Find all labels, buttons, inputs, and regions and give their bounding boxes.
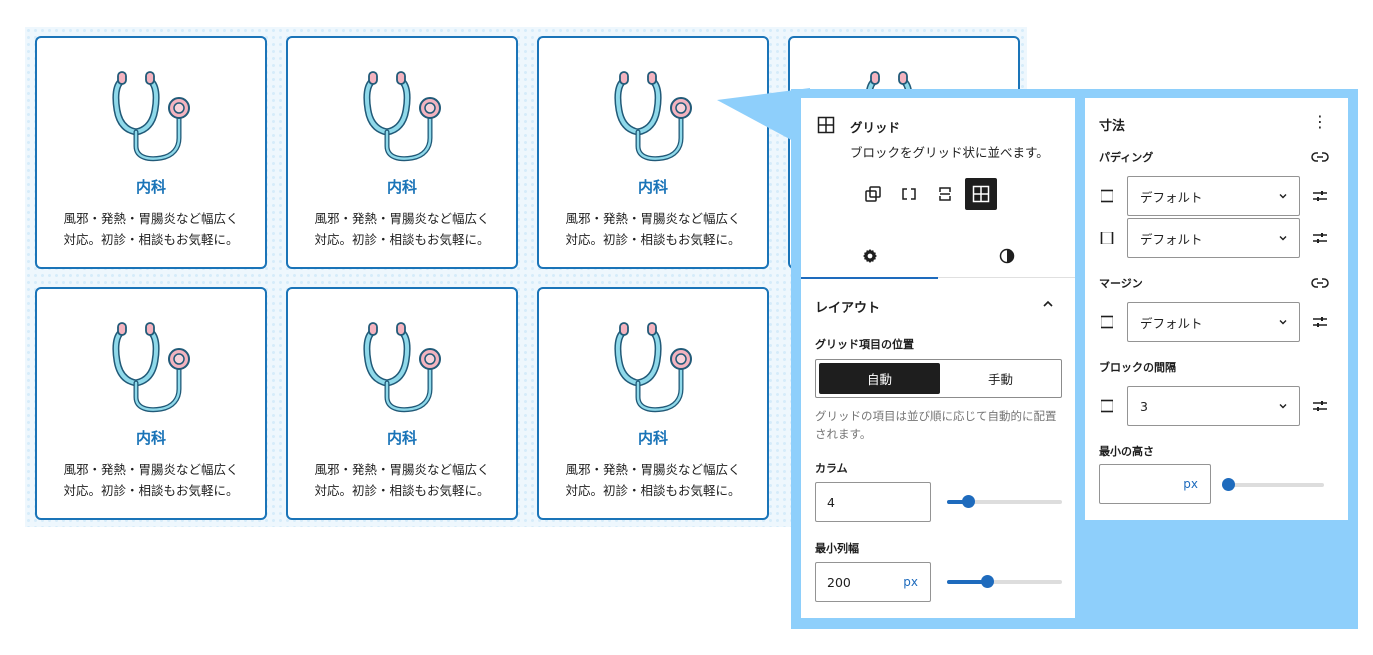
group-variation-button[interactable] bbox=[857, 178, 889, 210]
link-sides-icon[interactable] bbox=[1311, 150, 1329, 164]
group-icon bbox=[865, 186, 881, 202]
block-settings-panel: グリッド ブロックをグリッド状に並べます。 レイアウト グリッド項目の位置 自動… bbox=[801, 98, 1075, 618]
grid-icon bbox=[817, 116, 835, 134]
min-column-width-input[interactable]: 200 px bbox=[815, 562, 931, 602]
min-column-width-slider[interactable] bbox=[947, 575, 1062, 589]
grid-variation-button[interactable] bbox=[965, 178, 997, 210]
padding-horizontal-select[interactable]: デフォルト bbox=[1127, 218, 1300, 258]
columns-value: 4 bbox=[827, 494, 835, 510]
min-column-width-label: 最小列幅 bbox=[815, 542, 859, 555]
columns-label: カラム bbox=[815, 462, 848, 475]
contrast-icon bbox=[999, 248, 1014, 264]
block-description: ブロックをグリッド状に並べます。 bbox=[850, 145, 1049, 160]
min-height-input[interactable]: px bbox=[1099, 464, 1211, 504]
horizontal-sides-icon bbox=[1100, 232, 1114, 244]
slider-thumb[interactable] bbox=[1222, 478, 1235, 491]
inspector-tabs bbox=[801, 234, 1075, 279]
row-variation-button[interactable] bbox=[893, 178, 925, 210]
unit-select[interactable]: px bbox=[1183, 477, 1198, 491]
options-menu-icon[interactable]: ⋮ bbox=[1311, 112, 1329, 132]
chevron-down-icon bbox=[1279, 236, 1287, 241]
dimensions-panel: 寸法 ⋮ パディング デフォルト デフォルト マージン デフォルト ブロックの間… bbox=[1085, 98, 1348, 520]
dimensions-title: 寸法 bbox=[1099, 119, 1126, 134]
chevron-down-icon bbox=[1279, 194, 1287, 199]
settings-sliders-icon[interactable] bbox=[1312, 398, 1328, 414]
margin-label: マージン bbox=[1099, 277, 1143, 290]
settings-sliders-icon[interactable] bbox=[1312, 230, 1328, 246]
select-value: 3 bbox=[1140, 398, 1148, 414]
slider-thumb[interactable] bbox=[981, 575, 994, 588]
row-icon bbox=[902, 188, 916, 200]
block-variations bbox=[857, 178, 997, 210]
select-value: デフォルト bbox=[1140, 189, 1203, 205]
min-height-slider[interactable] bbox=[1222, 478, 1324, 492]
min-height-label: 最小の高さ bbox=[1099, 445, 1154, 458]
grid-position-toggle: 自動 手動 bbox=[815, 359, 1062, 398]
settings-sliders-icon[interactable] bbox=[1312, 188, 1328, 204]
padding-label: パディング bbox=[1099, 151, 1154, 164]
block-spacing-select[interactable]: 3 bbox=[1127, 386, 1300, 426]
vertical-sides-icon bbox=[1101, 189, 1113, 203]
chevron-down-icon bbox=[1279, 320, 1287, 325]
stack-variation-button[interactable] bbox=[929, 178, 961, 210]
columns-slider[interactable] bbox=[947, 495, 1062, 509]
settings-sliders-icon[interactable] bbox=[1312, 314, 1328, 330]
block-name: グリッド bbox=[850, 120, 901, 135]
chevron-down-icon bbox=[1279, 404, 1287, 409]
grid-icon bbox=[972, 185, 990, 203]
option-auto[interactable]: 自動 bbox=[819, 363, 940, 394]
block-spacing-label: ブロックの間隔 bbox=[1099, 361, 1176, 374]
tab-settings[interactable] bbox=[801, 234, 938, 279]
unit-select[interactable]: px bbox=[903, 575, 918, 589]
all-sides-icon bbox=[1101, 399, 1113, 413]
slider-track bbox=[1222, 483, 1324, 487]
select-value: デフォルト bbox=[1140, 231, 1203, 247]
select-value: デフォルト bbox=[1140, 315, 1203, 331]
gear-icon bbox=[862, 248, 877, 263]
columns-input[interactable]: 4 bbox=[815, 482, 931, 522]
padding-vertical-select[interactable]: デフォルト bbox=[1127, 176, 1300, 216]
margin-vertical-select[interactable]: デフォルト bbox=[1127, 302, 1300, 342]
grid-position-help: グリッドの項目は並び順に応じて自動的に配置されます。 bbox=[815, 409, 1057, 441]
min-column-width-value: 200 bbox=[827, 574, 851, 590]
slider-thumb[interactable] bbox=[962, 495, 975, 508]
grid-position-label: グリッド項目の位置 bbox=[815, 338, 914, 351]
link-sides-icon[interactable] bbox=[1311, 276, 1329, 290]
vertical-sides-icon bbox=[1101, 315, 1113, 329]
stack-icon bbox=[939, 187, 951, 201]
option-manual[interactable]: 手動 bbox=[940, 363, 1061, 394]
chevron-up-icon[interactable] bbox=[1041, 297, 1055, 311]
tab-styles[interactable] bbox=[938, 234, 1075, 278]
layout-section-title: レイアウト bbox=[815, 301, 881, 316]
